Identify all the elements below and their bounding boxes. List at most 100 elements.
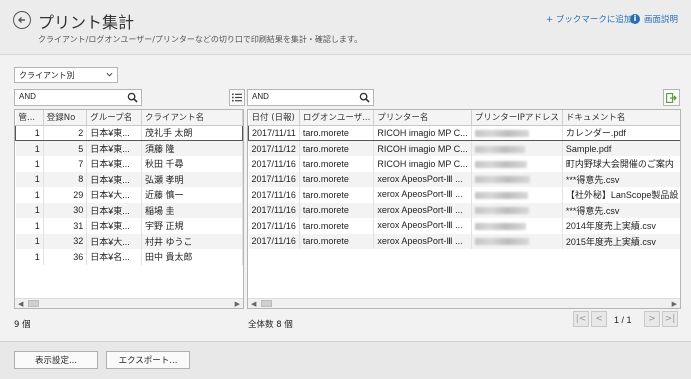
horizontal-scrollbar[interactable]: ◀ ▶ (248, 298, 680, 308)
last-page-icon: >| (664, 314, 676, 324)
column-header[interactable]: 登録No (43, 110, 88, 126)
cell: 2017/11/16 (248, 218, 300, 234)
screen-help-link[interactable]: i 画面説明 (630, 13, 678, 25)
next-page-button[interactable]: > (644, 311, 660, 327)
export-button[interactable]: エクスポート... (106, 351, 190, 369)
detail-search-input[interactable]: AND (247, 89, 374, 106)
prev-page-button[interactable]: < (591, 311, 607, 327)
cell: 日本¥東... (86, 202, 142, 218)
table-row[interactable]: 2017/11/11 taro.morete RICOH imagio MP C..… (248, 124, 680, 141)
table-row[interactable]: 2017/11/16 taro.morete xerox ApeosPort-Ⅲ .… (248, 218, 680, 234)
arrow-left-icon (18, 17, 25, 23)
cell: 日本¥東... (86, 156, 142, 172)
prev-page-icon: < (595, 314, 603, 324)
search-icon[interactable] (359, 92, 370, 103)
cell: 2 (43, 124, 88, 141)
table-row[interactable]: 2017/11/16 taro.morete xerox ApeosPort-Ⅲ .… (248, 233, 680, 249)
print-log-table: 日付 (日報) ログオンユーザ... プリンター名 プリンターIPアドレス ドキ… (247, 109, 681, 309)
table-row[interactable]: 2017/11/16 taro.morete xerox ApeosPort-Ⅲ .… (248, 187, 680, 203)
column-list-button[interactable] (229, 89, 245, 106)
column-header[interactable]: プリンター名 (373, 110, 472, 126)
cell: 5 (43, 140, 88, 156)
display-settings-button[interactable]: 表示設定... (14, 351, 98, 369)
table-row[interactable]: 1 30 日本¥東... 稲場 圭 (15, 202, 243, 218)
column-header[interactable]: クライアント名 (141, 110, 243, 126)
table-row[interactable]: 1 8 日本¥東... 弘瀬 孝明 (15, 171, 243, 187)
export-icon-button[interactable] (663, 89, 680, 106)
column-header[interactable]: ログオンユーザ... (299, 110, 375, 126)
screen-help-label: 画面説明 (644, 15, 679, 25)
table-row[interactable]: 1 7 日本¥東... 秋田 千尋 (15, 156, 243, 172)
table-row[interactable]: 2017/11/12 taro.morete RICOH imagio MP C..… (248, 140, 680, 156)
cell: 宇野 正規 (141, 218, 243, 234)
horizontal-scrollbar[interactable]: ◀ ▶ (15, 298, 243, 308)
cell: 2017/11/11 (248, 124, 300, 141)
ip-cell-redacted (471, 171, 563, 187)
cell: 日本¥大... (86, 233, 142, 249)
cell: 31 (43, 218, 88, 234)
page-header: プリント集計 クライアント/ログオンユーザー/プリンターなどの切り口で印刷結果を… (0, 0, 691, 55)
table-row[interactable]: 1 31 日本¥東... 宇野 正規 (15, 218, 243, 234)
cell: 稲場 圭 (141, 202, 243, 218)
scroll-right-icon[interactable]: ▶ (672, 300, 677, 308)
cell: taro.morete (299, 156, 375, 172)
cell: RICOH imagio MP C... (373, 156, 472, 172)
detail-search-value: AND (252, 92, 269, 101)
total-count: 全体数 8 個 (248, 320, 293, 330)
scrollbar-thumb[interactable] (261, 300, 272, 307)
table-row[interactable]: 2017/11/16 taro.morete RICOH imagio MP C..… (248, 156, 680, 172)
cell: 日本¥東... (86, 124, 142, 141)
table-row[interactable]: 2017/11/16 taro.morete xerox ApeosPort-Ⅲ .… (248, 202, 680, 218)
cell: xerox ApeosPort-Ⅲ ... (373, 202, 472, 218)
cell: 1 (15, 171, 44, 187)
pager-prev-group: |< < (573, 311, 609, 327)
scroll-left-icon[interactable]: ◀ (18, 300, 23, 308)
client-table: 管... 登録No グループ名 クライアント名 1 2 日本¥東... 茂礼手 太朗 … (14, 109, 244, 309)
ip-cell-redacted (471, 233, 563, 249)
column-header[interactable]: ドキュメント名 (562, 110, 680, 126)
cell: 2017/11/16 (248, 171, 300, 187)
cell: taro.morete (299, 124, 375, 141)
column-header[interactable]: 管... (15, 110, 44, 126)
table-header-row: 管... 登録No グループ名 クライアント名 (15, 110, 243, 126)
scroll-right-icon[interactable]: ▶ (235, 300, 240, 308)
first-page-button[interactable]: |< (573, 311, 589, 327)
column-header[interactable]: グループ名 (86, 110, 142, 126)
cell: 1 (15, 187, 44, 203)
cell: 2017/11/16 (248, 156, 300, 172)
cell: 1 (15, 233, 44, 249)
table-row[interactable]: 1 32 日本¥大... 村井 ゆうこ (15, 233, 243, 249)
client-search-input[interactable]: AND (14, 89, 142, 106)
cell: 2017/11/16 (248, 202, 300, 218)
ip-cell-redacted (471, 218, 563, 234)
back-button[interactable] (13, 11, 31, 29)
table-row[interactable]: 2017/11/16 taro.morete xerox ApeosPort-Ⅲ .… (248, 171, 680, 187)
last-page-button[interactable]: >| (662, 311, 678, 327)
table-row[interactable]: 1 36 日本¥名... 田中 貴太郎 (15, 249, 243, 265)
cell: 32 (43, 233, 88, 249)
cell: 36 (43, 249, 88, 265)
table-header-row: 日付 (日報) ログオンユーザ... プリンター名 プリンターIPアドレス ドキ… (248, 110, 680, 126)
scrollbar-thumb[interactable] (28, 300, 39, 307)
scroll-left-icon[interactable]: ◀ (251, 300, 256, 308)
column-header[interactable]: プリンターIPアドレス (471, 110, 563, 126)
cell: カレンダー.pdf (562, 124, 680, 141)
pager-next-group: > >| (644, 311, 680, 327)
search-icon[interactable] (127, 92, 138, 103)
cell: 29 (43, 187, 88, 203)
cell: 1 (15, 156, 44, 172)
cell: xerox ApeosPort-Ⅲ ... (373, 171, 472, 187)
cell: 田中 貴太郎 (141, 249, 243, 265)
table-row[interactable]: 1 29 日本¥大... 近藤 慎一 (15, 187, 243, 203)
chevron-down-icon (106, 72, 113, 77)
table-row[interactable]: 1 2 日本¥東... 茂礼手 太朗 (15, 124, 243, 141)
client-count: 9 個 (14, 320, 31, 330)
aggregation-select[interactable]: クライアント別 (14, 67, 118, 83)
table-row[interactable]: 1 5 日本¥東... 須藤 隆 (15, 140, 243, 156)
add-bookmark-link[interactable]: + ブックマークに追加 (546, 13, 632, 25)
cell: 日本¥東... (86, 218, 142, 234)
next-page-icon: > (648, 314, 656, 324)
cell: ***得意先.csv (562, 202, 680, 218)
column-header[interactable]: 日付 (日報) (248, 110, 300, 126)
page-subtitle: クライアント/ログオンユーザー/プリンターなどの切り口で印刷結果を集計・確認しま… (38, 35, 363, 44)
